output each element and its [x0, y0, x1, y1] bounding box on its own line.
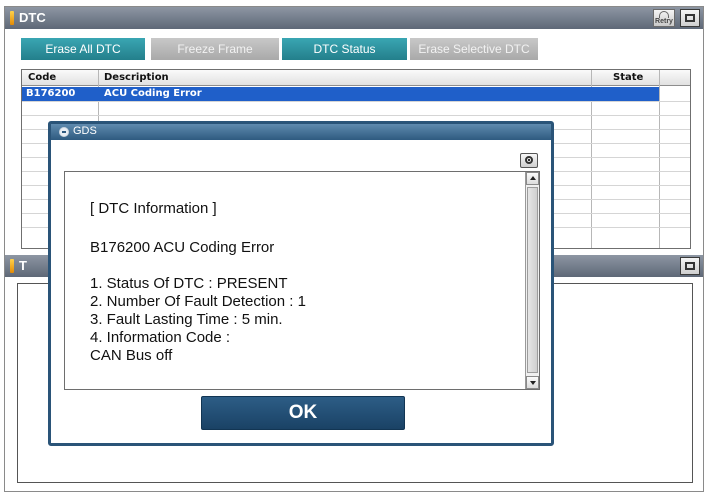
row-divider	[22, 115, 690, 116]
dialog-title: GDS	[73, 125, 97, 137]
restore-button[interactable]	[680, 9, 700, 27]
info-item: 1. Status Of DTC : PRESENT	[90, 275, 288, 292]
scroll-up-button[interactable]	[526, 172, 539, 185]
info-scrollbar[interactable]	[525, 172, 539, 389]
info-item: 4. Information Code :	[90, 329, 231, 346]
gds-dialog: GDS [ DTC Information ] B176200 ACU Codi…	[48, 121, 554, 446]
header-state[interactable]: State	[613, 72, 643, 83]
gds-app-icon	[59, 127, 69, 137]
freeze-frame-button[interactable]: Freeze Frame	[151, 38, 279, 60]
dtc-status-button[interactable]: DTC Status	[282, 38, 407, 60]
restore-button[interactable]	[680, 257, 700, 275]
dialog-titlebar[interactable]: GDS	[51, 124, 551, 140]
table-row[interactable]: B176200 ACU Coding Error	[22, 87, 659, 101]
row-description: ACU Coding Error	[104, 88, 202, 99]
info-item: 3. Fault Lasting Time : 5 min.	[90, 311, 283, 328]
dtc-info-box: [ DTC Information ] B176200 ACU Coding E…	[64, 171, 540, 390]
scroll-down-button[interactable]	[526, 376, 539, 389]
retry-label: Retry	[655, 18, 673, 25]
erase-all-dtc-button[interactable]: Erase All DTC	[21, 38, 145, 60]
info-code-line: B176200 ACU Coding Error	[90, 239, 275, 256]
title-marker-icon	[10, 11, 14, 25]
scroll-thumb[interactable]	[527, 187, 538, 373]
restore-icon	[685, 262, 695, 270]
row-divider	[22, 101, 690, 102]
info-item: 2. Number Of Fault Detection : 1	[90, 293, 306, 310]
header-description[interactable]: Description	[104, 72, 169, 83]
screenshot-button[interactable]	[520, 153, 538, 168]
ok-button[interactable]: OK	[201, 396, 405, 430]
header-code[interactable]: Code	[28, 72, 56, 83]
camera-lens-dot	[528, 159, 530, 161]
erase-selective-dtc-button[interactable]: Erase Selective DTC	[410, 38, 538, 60]
info-heading: [ DTC Information ]	[90, 200, 217, 217]
lower-panel-title: T	[19, 258, 27, 273]
retry-button[interactable]: Retry	[653, 9, 675, 27]
scroll-down-icon	[530, 381, 536, 385]
info-item: CAN Bus off	[90, 347, 173, 364]
retry-icon	[659, 11, 669, 18]
column-divider	[659, 70, 660, 248]
window-title: DTC	[19, 10, 46, 25]
row-code: B176200	[26, 88, 76, 99]
title-marker-icon	[10, 259, 14, 273]
dtc-titlebar: DTC Retry	[5, 7, 703, 29]
table-header: Code Description State	[22, 70, 690, 86]
scroll-up-icon	[530, 176, 536, 180]
restore-icon	[685, 14, 695, 22]
